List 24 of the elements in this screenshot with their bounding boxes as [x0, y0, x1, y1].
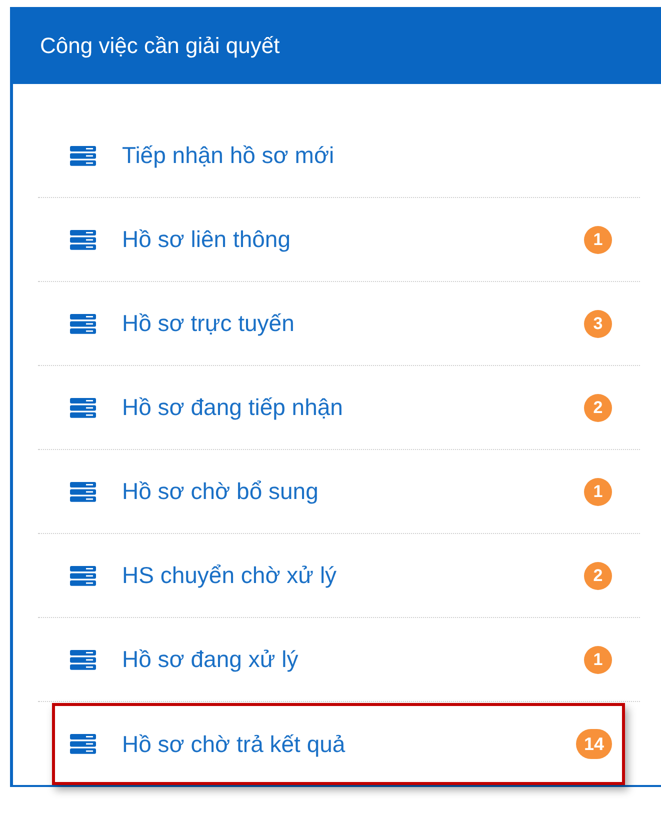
task-list-item[interactable]: Hồ sơ chờ bổ sung 1	[38, 450, 640, 533]
count-badge: 1	[584, 226, 612, 254]
server-list-icon	[70, 734, 96, 754]
panel-title: Công việc cần giải quyết	[40, 32, 280, 58]
count-badge: 1	[584, 478, 612, 506]
task-list-item[interactable]: HS chuyển chờ xử lý 2	[38, 534, 640, 617]
count-badge: 2	[584, 394, 612, 422]
task-list-item[interactable]: Hồ sơ liên thông 1	[38, 198, 640, 281]
count-badge: 14	[576, 729, 612, 759]
count-badge: 1	[584, 646, 612, 674]
task-list-item[interactable]: Hồ sơ đang tiếp nhận 2	[38, 366, 640, 449]
server-list-icon	[70, 482, 96, 502]
task-list-item[interactable]: Hồ sơ trực tuyến 3	[38, 282, 640, 365]
server-list-icon	[70, 230, 96, 250]
task-list-item[interactable]: Tiếp nhận hồ sơ mới	[38, 114, 640, 197]
task-list-item[interactable]: Hồ sơ đang xử lý 1	[38, 618, 640, 701]
server-list-icon	[70, 650, 96, 670]
task-list-item[interactable]: Hồ sơ chờ trả kết quả 14	[52, 703, 625, 785]
server-list-icon	[70, 146, 96, 166]
count-badge: 3	[584, 310, 612, 338]
count-badge: 2	[584, 562, 612, 590]
server-list-icon	[70, 314, 96, 334]
server-list-icon	[70, 398, 96, 418]
server-list-icon	[70, 566, 96, 586]
